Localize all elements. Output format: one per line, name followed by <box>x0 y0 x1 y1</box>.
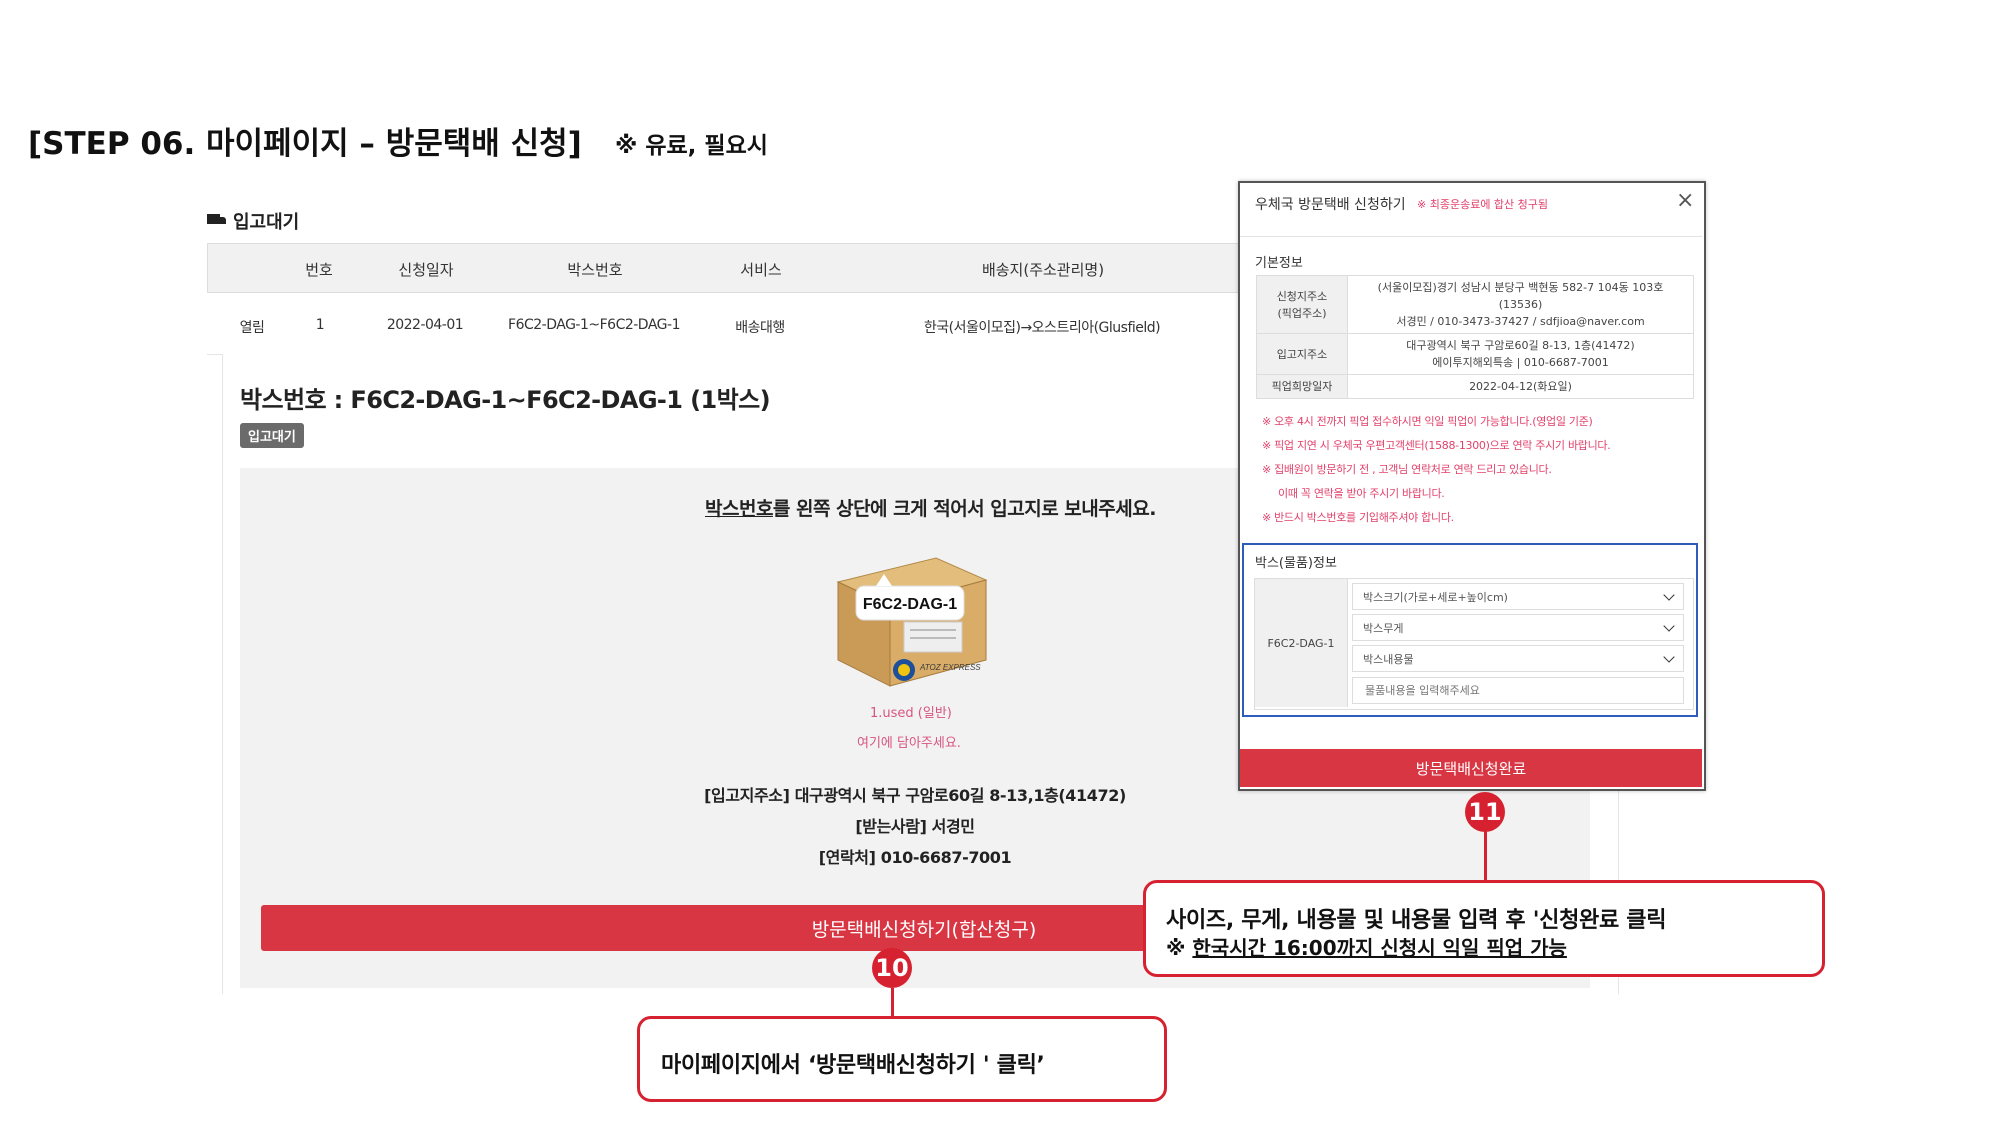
row-box-no: F6C2-DAG-1~F6C2-DAG-1 <box>508 317 680 333</box>
pickup-submit-button[interactable]: 방문택배신청완료 <box>1240 749 1702 787</box>
warehouse-address-label: 입고지주소 <box>1256 333 1348 375</box>
callout-10-text: 마이페이지에서 ‘방문택배신청하기 ' 클릭’ <box>661 1053 1045 1078</box>
page-subtitle: ※ 유료, 필요시 <box>615 133 768 159</box>
box-weight-select[interactable]: 박스무게 <box>1352 614 1684 641</box>
modal-divider <box>1240 236 1702 237</box>
box-contents-select[interactable]: 박스내용물 <box>1352 645 1684 672</box>
pickup-address-value: (서울이모집)경기 성남시 분당구 백현동 582-7 104동 103호 (1… <box>1347 275 1694 334</box>
box-size-select-value: 박스크기(가로+세로+높이cm) <box>1363 590 1508 604</box>
section-title-label: 입고대기 <box>233 212 300 233</box>
callout-11-note: ※ 한국시간 16:00까지 신청시 익일 픽업 가능 <box>1166 932 1567 961</box>
box-id-label: F6C2-DAG-1 <box>1255 579 1348 707</box>
box-label: F6C2-DAG-1 <box>863 596 957 613</box>
warehouse-address-line1: 대구광역시 북구 구암로60길 8-13, 1층(41472) <box>1406 339 1635 352</box>
pickup-address-label: 신청지주소 (픽업주소) <box>1256 275 1348 334</box>
box-weight-select-value: 박스무게 <box>1363 621 1404 635</box>
box-brand: ATOZ EXPRESS <box>919 663 981 672</box>
section-title: 입고대기 <box>207 208 299 234</box>
info-row-pickup: 신청지주소 (픽업주소) (서울이모집)경기 성남시 분당구 백현동 582-7… <box>1256 275 1694 334</box>
pickup-address-line1: (서울이모집)경기 성남시 분당구 백현동 582-7 104동 103호 <box>1377 281 1664 294</box>
step-10-marker: 10 <box>872 948 912 988</box>
warehouse-receiver: [받는사람] 서경민 <box>855 817 975 836</box>
pickup-address-zip: (13536) <box>1498 298 1543 311</box>
chevron-down-icon <box>1663 650 1675 663</box>
pickup-note: ※ 집배원이 방문하기 전 , 고객님 연락처로 연락 드리고 있습니다. <box>1262 463 1552 476</box>
pickup-contact: 서경민 / 010-3473-37427 / sdfjioa@naver.com <box>1396 315 1645 328</box>
shipping-instruction: 박스번호를 왼쪽 상단에 크게 적어서 입고지로 보내주세요. <box>705 494 1156 521</box>
chevron-down-icon <box>1663 588 1675 601</box>
row-service: 배송대행 <box>735 320 785 336</box>
pickup-note: 이때 꼭 연락을 받아 주시기 바랍니다. <box>1278 487 1445 500</box>
header-number: 번호 <box>305 261 333 279</box>
page-title: [STEP 06. 마이페이지 – 방문택배 신청] <box>28 126 582 162</box>
modal-title-note: ※ 최종운송료에 합산 청구됨 <box>1417 198 1549 211</box>
box-type-label: 1.used (일반) <box>870 706 952 721</box>
box-contents-select-value: 박스내용물 <box>1363 652 1414 666</box>
instruction-emphasis: 박스번호 <box>705 498 773 520</box>
header-box-no: 박스번호 <box>567 261 623 279</box>
contents-input[interactable] <box>1352 677 1684 704</box>
header-service: 서비스 <box>740 261 782 279</box>
chevron-down-icon <box>1663 619 1675 632</box>
row-destination: 한국(서울이모집)→오스트리아(Glusfield) <box>923 320 1161 336</box>
box-size-select[interactable]: 박스크기(가로+세로+높이cm) <box>1352 583 1684 610</box>
pickup-note: ※ 오후 4시 전까지 픽업 접수하시면 익일 픽업이 가능합니다.(영업일 기… <box>1262 415 1593 428</box>
row-number: 1 <box>315 317 325 333</box>
callout-11-connector <box>1484 830 1487 884</box>
box-info-heading: 박스(물품)정보 <box>1255 556 1337 571</box>
basic-info-table: 신청지주소 (픽업주소) (서울이모집)경기 성남시 분당구 백현동 582-7… <box>1256 275 1694 399</box>
callout-11-text: 사이즈, 무게, 내용물 및 내용물 입력 후 '신청완료 클릭 <box>1166 908 1667 933</box>
warehouse-info: [입고지주소] 대구광역시 북구 구암로60길 8-13,1층(41472) [… <box>620 780 1210 873</box>
warehouse-address: [입고지주소] 대구광역시 북구 구암로60길 8-13,1층(41472) <box>704 786 1126 805</box>
row-toggle-link[interactable]: 열림 <box>240 317 265 337</box>
callout-11-note-prefix: ※ <box>1166 936 1193 960</box>
row-date: 2022-04-01 <box>386 317 464 333</box>
step-11-marker: 11 <box>1465 792 1505 832</box>
info-row-date: 픽업희망일자 2022-04-12(화요일) <box>1256 374 1694 399</box>
basic-info-heading: 기본정보 <box>1255 256 1303 271</box>
pickup-note: ※ 반드시 박스번호를 기입해주셔야 합니다. <box>1262 511 1454 524</box>
pickup-note: ※ 픽업 지연 시 우체국 우편고객센터(1588-1300)으로 연락 주시기… <box>1262 439 1611 452</box>
status-badge: 입고대기 <box>240 423 304 448</box>
callout-11-note-underlined: 한국시간 16:00까지 신청시 익일 픽업 가능 <box>1192 936 1567 960</box>
box-number-title: 박스번호 : F6C2-DAG-1~F6C2-DAG-1 (1박스) <box>240 386 771 414</box>
close-icon[interactable]: × <box>1676 190 1694 212</box>
header-destination: 배송지(주소관리명) <box>981 261 1105 279</box>
box-type-hint: 여기에 담아주세요. <box>857 736 961 751</box>
header-date: 신청일자 <box>398 261 454 279</box>
box-illustration: F6C2-DAG-1 ATOZ EXPRESS <box>836 557 988 687</box>
info-row-warehouse: 입고지주소 대구광역시 북구 구암로60길 8-13, 1층(41472) 에이… <box>1256 333 1694 375</box>
warehouse-company: 에이투지해외특송 | 010-6687-7001 <box>1432 356 1609 369</box>
instruction-text: 를 왼쪽 상단에 크게 적어서 입고지로 보내주세요. <box>772 498 1157 520</box>
pickup-date-label: 픽업희망일자 <box>1256 374 1348 399</box>
callout-10-connector <box>891 988 894 1018</box>
warehouse-address-value: 대구광역시 북구 구암로60길 8-13, 1층(41472) 에이투지해외특송… <box>1347 333 1694 375</box>
warehouse-contact: [연락처] 010-6687-7001 <box>818 848 1012 867</box>
modal-title: 우체국 방문택배 신청하기 <box>1255 197 1406 213</box>
truck-icon <box>207 214 227 228</box>
pickup-date-value: 2022-04-12(화요일) <box>1347 374 1694 399</box>
